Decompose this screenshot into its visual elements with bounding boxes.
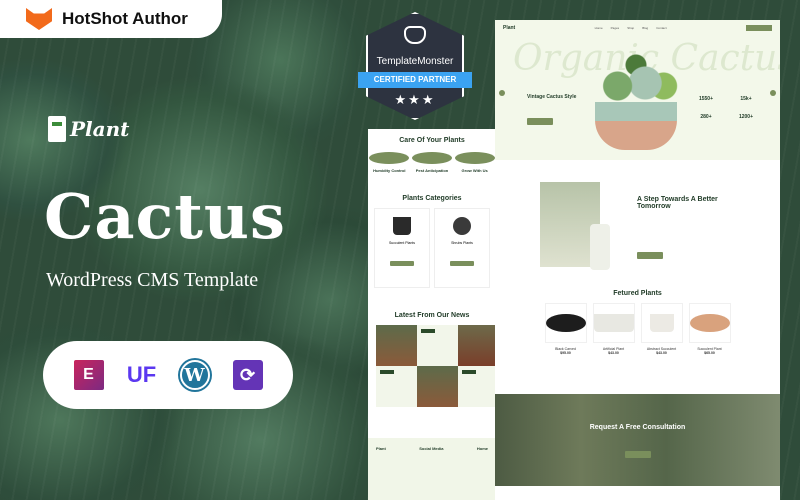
- nav-item[interactable]: Shop: [627, 26, 634, 30]
- category-card[interactable]: Shrubs Plants: [434, 208, 490, 288]
- next-arrow[interactable]: [770, 90, 776, 96]
- fox-logo-icon: [26, 8, 52, 30]
- update-icon: ⟳: [232, 360, 263, 390]
- badge-ribbon: CERTIFIED PARTNER: [358, 72, 472, 88]
- discover-button[interactable]: [637, 252, 663, 259]
- featured-title: Fetured Plants: [613, 290, 662, 297]
- brand-name: Plant: [70, 117, 130, 141]
- contact-button[interactable]: [624, 451, 651, 458]
- news-grid: [376, 325, 499, 407]
- product-card[interactable]: Black Carved $95.00: [544, 303, 587, 355]
- product-card[interactable]: Succulent Plant $65.00: [688, 303, 731, 355]
- brand-logo: Plant: [48, 116, 129, 142]
- care-title: Care Of Your Plants: [399, 137, 465, 144]
- nav-bar: Plant Home Pages Shop Blog Contact: [495, 20, 780, 36]
- nav-item[interactable]: Contact: [656, 26, 666, 30]
- preview-home-page: Plant Home Pages Shop Blog Contact Organ…: [495, 20, 780, 500]
- product-card[interactable]: Artificial Plant $43.00: [592, 303, 635, 355]
- product-card[interactable]: Abstract Succulent $43.00: [640, 303, 683, 355]
- wordpress-icon: W: [179, 360, 210, 390]
- plant-logo-icon: [48, 116, 66, 142]
- product-subtitle: WordPress CMS Template: [46, 269, 259, 291]
- plugins-bar: E UF W ⟳: [43, 341, 293, 409]
- care-item: Humidity Control: [369, 152, 410, 173]
- about-section: A Step Towards A Better Tomorrow: [495, 160, 780, 290]
- footer: Plant Social Media Home: [368, 438, 496, 500]
- nav-item[interactable]: Home: [595, 26, 603, 30]
- prev-arrow[interactable]: [499, 90, 505, 96]
- author-badge: HotShot Author: [0, 0, 222, 38]
- stats: 1550+ 15k+ 280+ 1200+: [698, 96, 754, 120]
- care-item: Grow With Us: [454, 152, 495, 173]
- nav-item[interactable]: Pages: [611, 26, 620, 30]
- monster-icon: [404, 26, 426, 44]
- uicore-icon: UF: [126, 362, 157, 387]
- intro-button[interactable]: [527, 118, 553, 125]
- pot-image: [595, 102, 677, 150]
- shop-now-button[interactable]: [745, 25, 772, 31]
- categories-title: Plants Categories: [402, 195, 462, 202]
- preview-inner-page: Care Of Your Plants Humidity Control Pes…: [368, 129, 499, 500]
- elementor-icon: E: [73, 360, 104, 390]
- category-card[interactable]: Succulent Plants: [374, 208, 430, 288]
- badge-name: TemplateMonster: [376, 56, 454, 67]
- badge-stars: ★★★: [394, 92, 436, 107]
- product-title: Cactus: [44, 180, 286, 253]
- author-label: HotShot Author: [62, 9, 188, 28]
- certified-partner-badge: TemplateMonster CERTIFIED PARTNER ★★★: [358, 12, 472, 120]
- nav-item[interactable]: Blog: [642, 26, 648, 30]
- news-title: Latest From Our News: [394, 312, 470, 319]
- care-item: Pest Anticipation: [411, 152, 452, 173]
- consultation-section: Request A Free Consultation: [495, 394, 780, 486]
- succulent-image: [590, 50, 682, 110]
